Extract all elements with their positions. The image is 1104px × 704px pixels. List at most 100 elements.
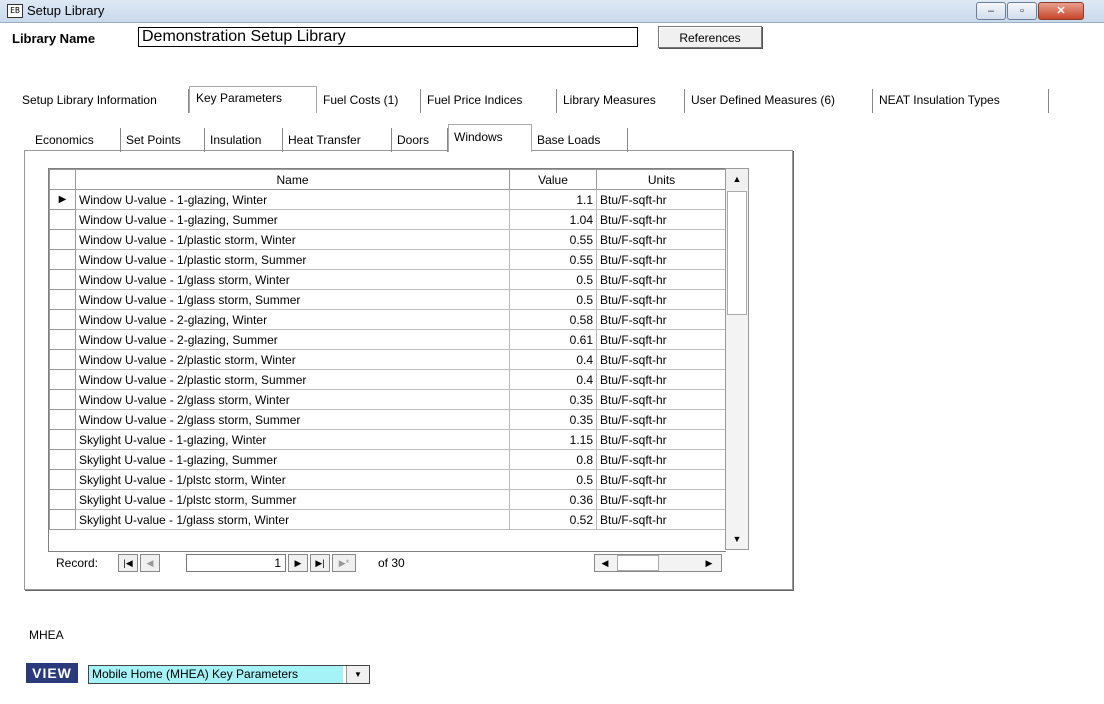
- table-row[interactable]: Window U-value - 1-glazing, Summer 1.04 Bt…: [49, 209, 726, 230]
- cell-units[interactable]: Btu/F-sqft-hr: [596, 489, 726, 510]
- cell-units[interactable]: Btu/F-sqft-hr: [596, 389, 726, 410]
- scroll-right-arrow-icon[interactable]: ▶: [699, 555, 719, 571]
- cell-value[interactable]: 0.36: [509, 489, 597, 510]
- view-select-value[interactable]: Mobile Home (MHEA) Key Parameters: [89, 666, 343, 683]
- library-name-field[interactable]: Demonstration Setup Library: [138, 27, 638, 47]
- tab-neat-insulation-types[interactable]: NEAT Insulation Types: [873, 89, 1049, 113]
- chevron-down-icon[interactable]: ▼: [346, 666, 369, 683]
- cell-name[interactable]: Window U-value - 1-glazing, Winter: [75, 189, 510, 210]
- cell-value[interactable]: 0.55: [509, 229, 597, 250]
- table-row[interactable]: Skylight U-value - 1-glazing, Winter 1.15…: [49, 429, 726, 450]
- cell-value[interactable]: 1.04: [509, 209, 597, 230]
- row-selector[interactable]: [49, 249, 76, 270]
- row-selector[interactable]: [49, 489, 76, 510]
- cell-value[interactable]: 0.35: [509, 409, 597, 430]
- cell-units[interactable]: Btu/F-sqft-hr: [596, 229, 726, 250]
- tab-fuel-price-indices[interactable]: Fuel Price Indices: [421, 89, 557, 113]
- tab-user-defined-measures[interactable]: User Defined Measures (6): [685, 89, 873, 113]
- cell-value[interactable]: 0.58: [509, 309, 597, 330]
- table-row[interactable]: Window U-value - 2/glass storm, Summer 0.…: [49, 409, 726, 430]
- cell-name[interactable]: Window U-value - 1/glass storm, Summer: [75, 289, 510, 310]
- row-selector[interactable]: [49, 409, 76, 430]
- cell-units[interactable]: Btu/F-sqft-hr: [596, 269, 726, 290]
- minimize-button[interactable]: –: [976, 2, 1006, 20]
- cell-name[interactable]: Window U-value - 1/glass storm, Winter: [75, 269, 510, 290]
- cell-value[interactable]: 0.8: [509, 449, 597, 470]
- cell-units[interactable]: Btu/F-sqft-hr: [596, 449, 726, 470]
- table-row[interactable]: Skylight U-value - 1/glass storm, Winter…: [49, 509, 726, 530]
- close-button[interactable]: ✕: [1038, 2, 1084, 20]
- table-row[interactable]: Window U-value - 2/glass storm, Winter 0.…: [49, 389, 726, 410]
- table-row[interactable]: Window U-value - 1/glass storm, Winter 0.…: [49, 269, 726, 290]
- tab-insulation[interactable]: Insulation: [205, 128, 283, 152]
- tab-economics[interactable]: Economics: [30, 128, 121, 152]
- row-selector[interactable]: [49, 449, 76, 470]
- cell-units[interactable]: Btu/F-sqft-hr: [596, 369, 726, 390]
- table-row[interactable]: Window U-value - 1/plastic storm, Winter…: [49, 229, 726, 250]
- column-header-value[interactable]: Value: [509, 169, 597, 190]
- references-button[interactable]: References: [658, 26, 762, 48]
- cell-units[interactable]: Btu/F-sqft-hr: [596, 189, 726, 210]
- horizontal-scrollbar[interactable]: ◀ ▶: [594, 554, 722, 572]
- scroll-down-arrow-icon[interactable]: ▼: [726, 529, 748, 549]
- cell-units[interactable]: Btu/F-sqft-hr: [596, 249, 726, 270]
- tab-doors[interactable]: Doors: [392, 128, 448, 152]
- table-row[interactable]: Window U-value - 1/glass storm, Summer 0.…: [49, 289, 726, 310]
- cell-value[interactable]: 0.5: [509, 469, 597, 490]
- cell-value[interactable]: 0.61: [509, 329, 597, 350]
- row-selector[interactable]: [49, 349, 76, 370]
- cell-units[interactable]: Btu/F-sqft-hr: [596, 289, 726, 310]
- table-row[interactable]: Window U-value - 2/plastic storm, Summer…: [49, 369, 726, 390]
- table-row[interactable]: Window U-value - 2/plastic storm, Winter…: [49, 349, 726, 370]
- table-row[interactable]: Skylight U-value - 1/plstc storm, Summer…: [49, 489, 726, 510]
- cell-name[interactable]: Skylight U-value - 1/plstc storm, Winter: [75, 469, 510, 490]
- row-selector[interactable]: [49, 509, 76, 530]
- next-record-icon[interactable]: ▶: [288, 554, 308, 572]
- cell-units[interactable]: Btu/F-sqft-hr: [596, 469, 726, 490]
- cell-name[interactable]: Window U-value - 2-glazing, Winter: [75, 309, 510, 330]
- title-bar[interactable]: EB Setup Library – ▫ ✕: [0, 0, 1104, 23]
- cell-name[interactable]: Window U-value - 1-glazing, Summer: [75, 209, 510, 230]
- tab-setup-library-information[interactable]: Setup Library Information: [16, 89, 189, 113]
- column-header-name[interactable]: Name: [75, 169, 510, 190]
- tab-windows[interactable]: Windows: [448, 124, 532, 152]
- current-record-field[interactable]: 1: [186, 554, 286, 572]
- vertical-scroll-thumb[interactable]: [727, 191, 747, 315]
- table-row[interactable]: Skylight U-value - 1-glazing, Summer 0.8 B…: [49, 449, 726, 470]
- tab-key-parameters[interactable]: Key Parameters: [189, 86, 317, 113]
- cell-value[interactable]: 0.4: [509, 369, 597, 390]
- row-selector[interactable]: [49, 329, 76, 350]
- table-row[interactable]: Window U-value - 1/plastic storm, Summer…: [49, 249, 726, 270]
- cell-name[interactable]: Skylight U-value - 1-glazing, Winter: [75, 429, 510, 450]
- horizontal-scroll-thumb[interactable]: [617, 555, 659, 571]
- current-row-indicator-icon[interactable]: ▶: [49, 189, 76, 210]
- last-record-icon[interactable]: ▶|: [310, 554, 330, 572]
- cell-value[interactable]: 1.15: [509, 429, 597, 450]
- tab-fuel-costs[interactable]: Fuel Costs (1): [317, 89, 421, 113]
- new-record-icon[interactable]: ▶*: [332, 554, 356, 572]
- row-selector[interactable]: [49, 289, 76, 310]
- cell-name[interactable]: Skylight U-value - 1-glazing, Summer: [75, 449, 510, 470]
- cell-units[interactable]: Btu/F-sqft-hr: [596, 329, 726, 350]
- cell-name[interactable]: Window U-value - 1/plastic storm, Winter: [75, 229, 510, 250]
- cell-name[interactable]: Window U-value - 2/glass storm, Winter: [75, 389, 510, 410]
- cell-value[interactable]: 0.52: [509, 509, 597, 530]
- cell-units[interactable]: Btu/F-sqft-hr: [596, 409, 726, 430]
- column-header-units[interactable]: Units: [596, 169, 726, 190]
- cell-name[interactable]: Window U-value - 1/plastic storm, Summer: [75, 249, 510, 270]
- tab-library-measures[interactable]: Library Measures: [557, 89, 685, 113]
- scroll-up-arrow-icon[interactable]: ▲: [726, 169, 748, 189]
- row-selector[interactable]: [49, 309, 76, 330]
- row-selector[interactable]: [49, 209, 76, 230]
- row-selector[interactable]: [49, 469, 76, 490]
- table-row[interactable]: Skylight U-value - 1/plstc storm, Winter…: [49, 469, 726, 490]
- table-row[interactable]: Window U-value - 2-glazing, Winter 0.58 Bt…: [49, 309, 726, 330]
- vertical-scrollbar[interactable]: ▲ ▼: [725, 168, 749, 550]
- cell-name[interactable]: Skylight U-value - 1/plstc storm, Summer: [75, 489, 510, 510]
- cell-value[interactable]: 0.35: [509, 389, 597, 410]
- cell-units[interactable]: Btu/F-sqft-hr: [596, 429, 726, 450]
- tab-heat-transfer[interactable]: Heat Transfer: [283, 128, 392, 152]
- row-selector[interactable]: [49, 369, 76, 390]
- tab-base-loads[interactable]: Base Loads: [532, 128, 628, 152]
- cell-name[interactable]: Skylight U-value - 1/glass storm, Winter: [75, 509, 510, 530]
